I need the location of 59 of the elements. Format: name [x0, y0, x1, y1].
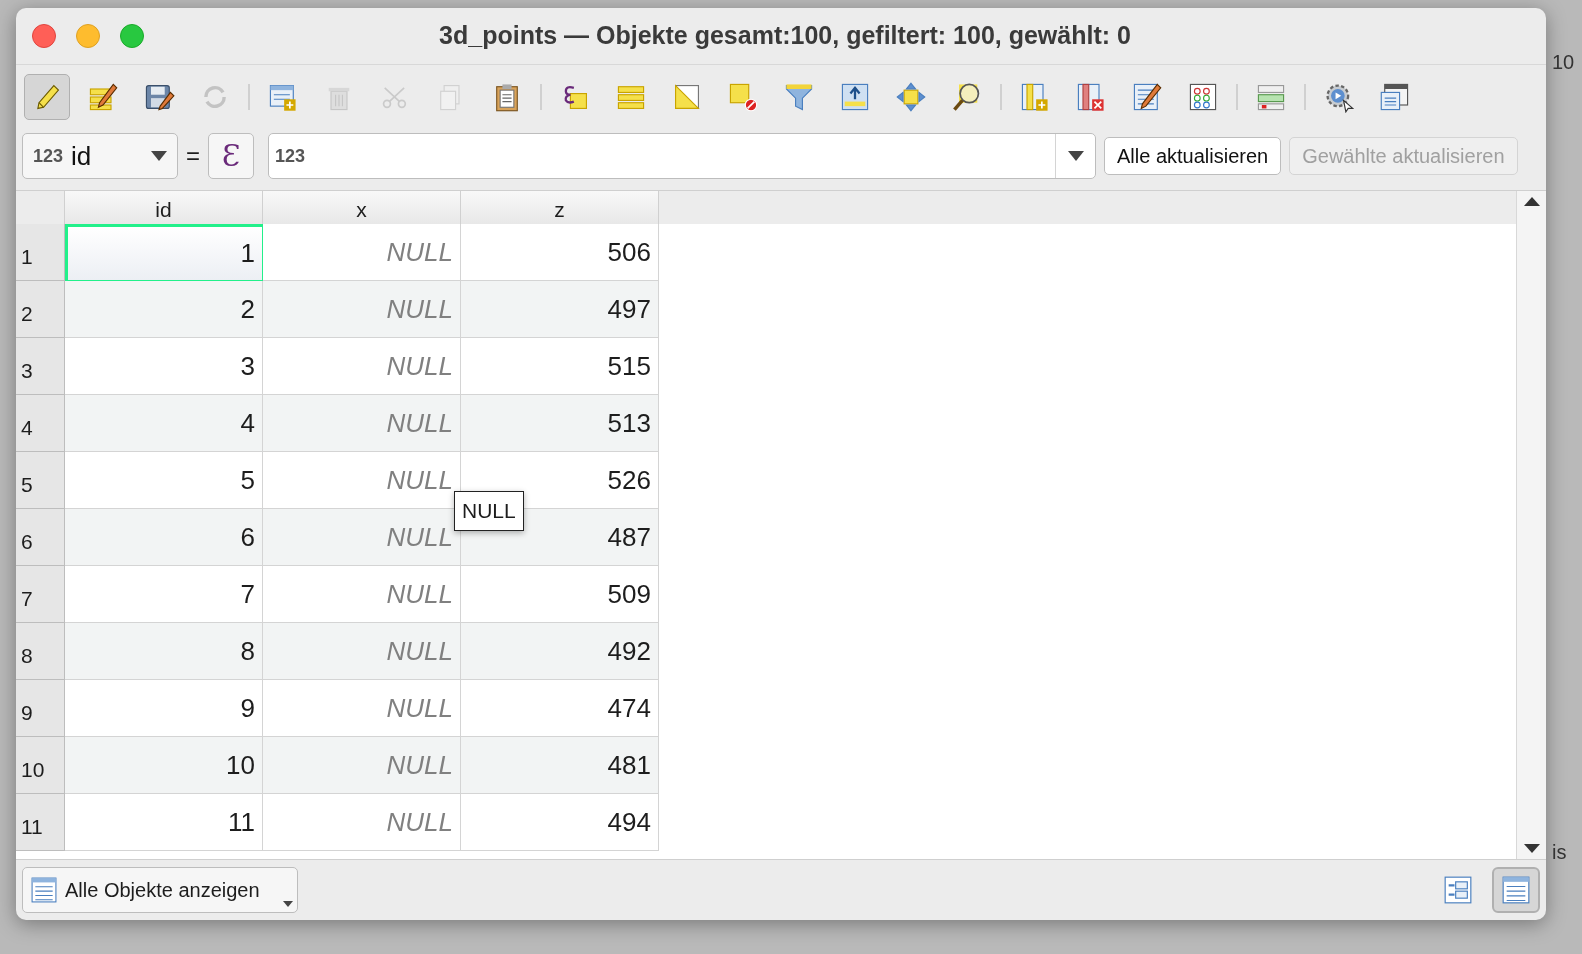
column-header[interactable]: x	[263, 191, 461, 224]
table-cell: NULL	[263, 623, 461, 680]
minimize-button[interactable]	[76, 24, 100, 48]
table-cell: 497	[461, 281, 659, 338]
row-header[interactable]: 3	[16, 338, 65, 395]
table-cell: 1	[65, 224, 263, 281]
table-view-icon	[1502, 876, 1530, 904]
table-cell: 481	[461, 737, 659, 794]
caret-icon	[1067, 151, 1084, 161]
table-cell: 4	[65, 395, 263, 452]
table-cell: 6	[65, 509, 263, 566]
table-cell: 11	[65, 794, 263, 851]
table-cell: 8	[65, 623, 263, 680]
table-cell: 513	[461, 395, 659, 452]
background-text: 10	[1552, 52, 1575, 72]
window-title: 3d_points — Objekte gesamt:100, gefiltert: 100, gewählt: 0	[439, 20, 1131, 52]
row-header[interactable]: 6	[16, 509, 65, 566]
background-text: is	[1552, 842, 1567, 862]
table-cell: NULL	[263, 509, 461, 566]
scrollbar[interactable]	[1516, 191, 1546, 859]
expression-button[interactable]: Ɛ	[208, 133, 254, 179]
table-cell: NULL	[263, 794, 461, 851]
scroll-up-icon	[1523, 197, 1540, 206]
table-cell: NULL	[263, 737, 461, 794]
table-cell: 2	[65, 281, 263, 338]
row-header[interactable]: 10	[16, 737, 65, 794]
integer-type-label: 123	[33, 144, 64, 168]
view-toggle-button[interactable]	[1492, 867, 1540, 913]
table-cell: 492	[461, 623, 659, 680]
table-cell: 10	[65, 737, 263, 794]
feature-filter-dropdown[interactable]: Alle Objekte anzeigen	[22, 867, 298, 913]
scroll-down-icon	[1523, 844, 1540, 853]
close-button[interactable]	[32, 24, 56, 48]
equals-sign: =	[186, 141, 200, 171]
table-cell: 494	[461, 794, 659, 851]
column-header[interactable]: z	[461, 191, 659, 224]
row-header[interactable]: 7	[16, 566, 65, 623]
table-cell: NULL	[263, 281, 461, 338]
caret-icon	[283, 901, 293, 907]
list-icon	[31, 877, 57, 903]
row-header[interactable]: 1	[16, 224, 65, 281]
caret-icon	[151, 151, 167, 161]
row-header[interactable]: 8	[16, 623, 65, 680]
form-view-icon	[1444, 876, 1472, 904]
table-cell: NULL	[263, 395, 461, 452]
toolbar-button[interactable]	[24, 73, 70, 120]
row-header[interactable]: 11	[16, 794, 65, 851]
value-field[interactable]: 123	[268, 133, 1096, 179]
field-name: id	[71, 139, 92, 173]
field-dropdown[interactable]: 123 id	[22, 133, 178, 179]
row-header[interactable]: 5	[16, 452, 65, 509]
row-header[interactable]: 4	[16, 395, 65, 452]
row-header[interactable]: 2	[16, 281, 65, 338]
row-header[interactable]: 9	[16, 680, 65, 737]
integer-type-label: 123	[274, 144, 307, 168]
four-arrows-icon	[895, 80, 927, 113]
update-button[interactable]: Alle aktualisieren	[1104, 137, 1282, 175]
zoom-button[interactable]	[120, 24, 144, 48]
column-header[interactable]: id	[65, 191, 263, 224]
